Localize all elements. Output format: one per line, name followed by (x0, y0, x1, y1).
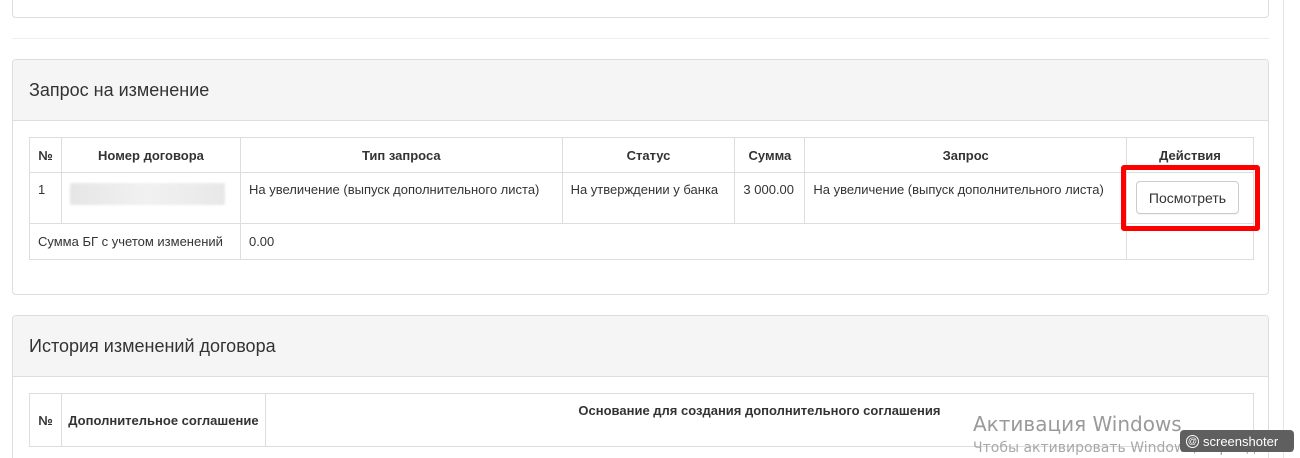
col-number-header: № (29, 137, 62, 173)
amount-cell: 3 000.00 (734, 172, 806, 224)
col-number-header: № (29, 393, 62, 447)
change-request-title: Запрос на изменение (13, 60, 1268, 121)
table-header-row: № Номер договора Тип запроса Статус Сумм… (29, 137, 1255, 173)
table-row: 1 На увеличение (выпуск дополнительного … (29, 172, 1255, 224)
redacted-contract-number (69, 183, 225, 205)
actions-cell: Посмотреть (1125, 172, 1255, 224)
previous-panel (12, 0, 1269, 18)
col-request-header: Запрос (804, 137, 1127, 173)
col-status-header: Статус (561, 137, 736, 173)
divider (12, 38, 1269, 39)
change-request-table: № Номер договора Тип запроса Статус Сумм… (29, 137, 1255, 260)
row-number: 1 (29, 172, 62, 224)
col-actions-header: Действия (1125, 137, 1255, 173)
request-type-cell: На увеличение (выпуск дополнительного ли… (239, 172, 563, 224)
contract-history-title: История изменений договора (13, 316, 1268, 377)
table-header-row: № Дополнительное соглашение Основание дл… (29, 393, 1255, 447)
scrollbar-track[interactable] (1283, 0, 1284, 458)
total-label: Сумма БГ с учетом изменений (29, 223, 241, 260)
col-request-type-header: Тип запроса (239, 137, 563, 173)
total-actions-cell (1125, 223, 1255, 260)
screenshoter-label: screenshoter (1203, 433, 1279, 449)
col-amount-header: Сумма (734, 137, 806, 173)
screenshoter-badge: @ screenshoter (1180, 430, 1294, 452)
contract-history-table: № Дополнительное соглашение Основание дл… (29, 393, 1255, 447)
total-value: 0.00 (239, 223, 1127, 260)
status-cell: На утверждении у банка (561, 172, 736, 224)
request-cell: На увеличение (выпуск дополнительного ли… (804, 172, 1127, 224)
col-agreement-header: Дополнительное соглашение (60, 393, 266, 447)
contract-history-panel: История изменений договора № Дополнитель… (12, 315, 1269, 458)
contract-number-cell (60, 172, 241, 224)
view-button[interactable]: Посмотреть (1135, 181, 1239, 214)
col-contract-header: Номер договора (60, 137, 241, 173)
at-icon: @ (1186, 434, 1199, 448)
col-basis-header: Основание для создания дополнительного с… (264, 393, 1255, 447)
change-request-panel: Запрос на изменение № Номер договора Тип… (12, 59, 1269, 295)
total-row: Сумма БГ с учетом изменений 0.00 (29, 223, 1255, 260)
